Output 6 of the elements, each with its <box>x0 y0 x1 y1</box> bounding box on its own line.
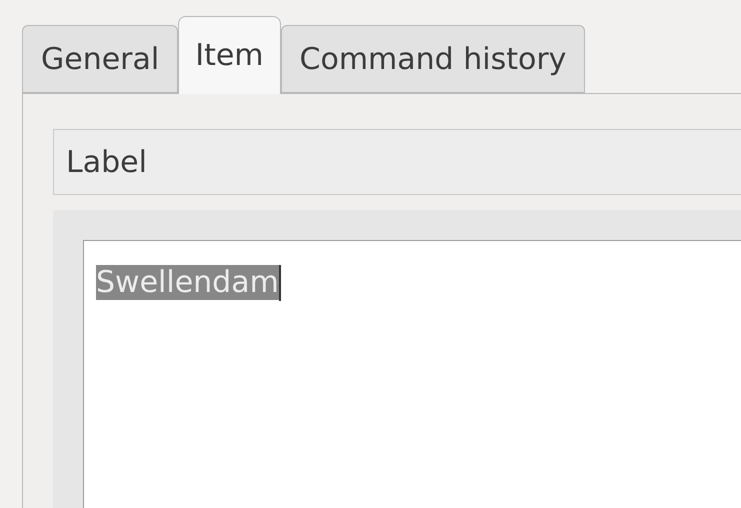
text-value: Swellendam <box>96 265 279 300</box>
section-header: Label <box>53 129 741 195</box>
text-cursor <box>278 264 281 301</box>
tab[interactable]: General <box>22 25 178 93</box>
tab[interactable]: Item <box>178 16 281 94</box>
tab[interactable]: Command history <box>280 25 586 93</box>
